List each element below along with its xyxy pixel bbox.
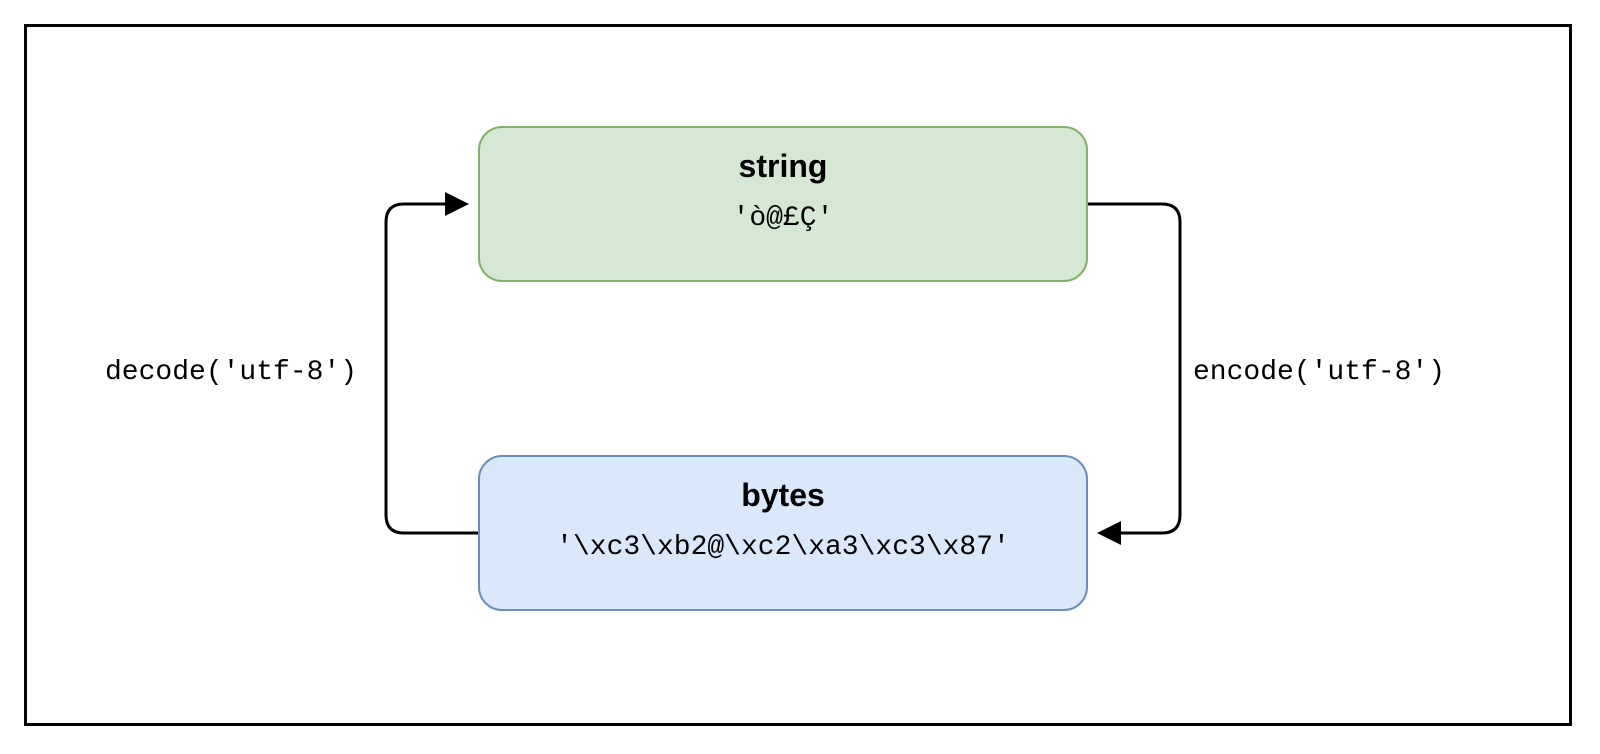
bytes-node-value: '\xc3\xb2@\xc2\xa3\xc3\x87' [504,532,1062,563]
bytes-node-title: bytes [504,477,1062,514]
string-node-value: 'ò@£Ç' [504,203,1062,234]
decode-label: decode('utf-8') [105,357,357,388]
diagram-frame: string 'ò@£Ç' bytes '\xc3\xb2@\xc2\xa3\x… [24,24,1572,726]
encode-arrow [1088,204,1180,533]
decode-arrow [386,204,478,533]
bytes-node: bytes '\xc3\xb2@\xc2\xa3\xc3\x87' [478,455,1088,611]
string-node: string 'ò@£Ç' [478,126,1088,282]
encode-label: encode('utf-8') [1193,357,1445,388]
string-node-title: string [504,148,1062,185]
